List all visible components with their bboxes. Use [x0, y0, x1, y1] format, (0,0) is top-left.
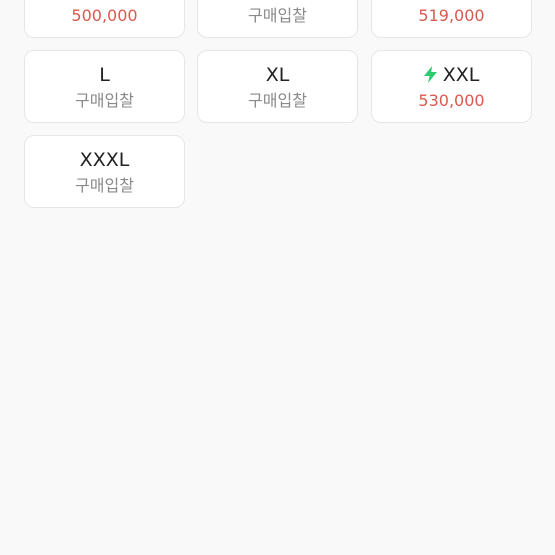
- size-option-grid: 500,000 구매입찰 519,000 L 구매입찰 XL 구매입찰 XXL …: [0, 0, 555, 555]
- size-price: 519,000: [418, 6, 485, 25]
- size-price: 500,000: [71, 6, 138, 25]
- size-label: XXXL: [79, 149, 130, 171]
- size-option-card[interactable]: 500,000: [24, 0, 185, 38]
- size-label: XL: [265, 64, 290, 86]
- size-option-card[interactable]: 519,000: [371, 0, 532, 38]
- size-option-card-xxxl[interactable]: XXXL 구매입찰: [24, 135, 185, 208]
- lightning-bolt-icon: [423, 66, 437, 83]
- size-option-card-l[interactable]: L 구매입찰: [24, 50, 185, 123]
- size-label: XXL: [442, 64, 480, 86]
- purchase-bid-label: 구매입찰: [75, 91, 134, 110]
- purchase-bid-label: 구매입찰: [248, 6, 307, 25]
- purchase-bid-label: 구매입찰: [248, 91, 307, 110]
- size-option-card[interactable]: 구매입찰: [197, 0, 358, 38]
- size-price: 530,000: [418, 91, 485, 110]
- purchase-bid-label: 구매입찰: [75, 176, 134, 195]
- size-label: L: [99, 64, 110, 86]
- size-label-row: XXL: [372, 63, 531, 87]
- size-option-card-xxl[interactable]: XXL 530,000: [371, 50, 532, 123]
- size-option-card-xl[interactable]: XL 구매입찰: [197, 50, 358, 123]
